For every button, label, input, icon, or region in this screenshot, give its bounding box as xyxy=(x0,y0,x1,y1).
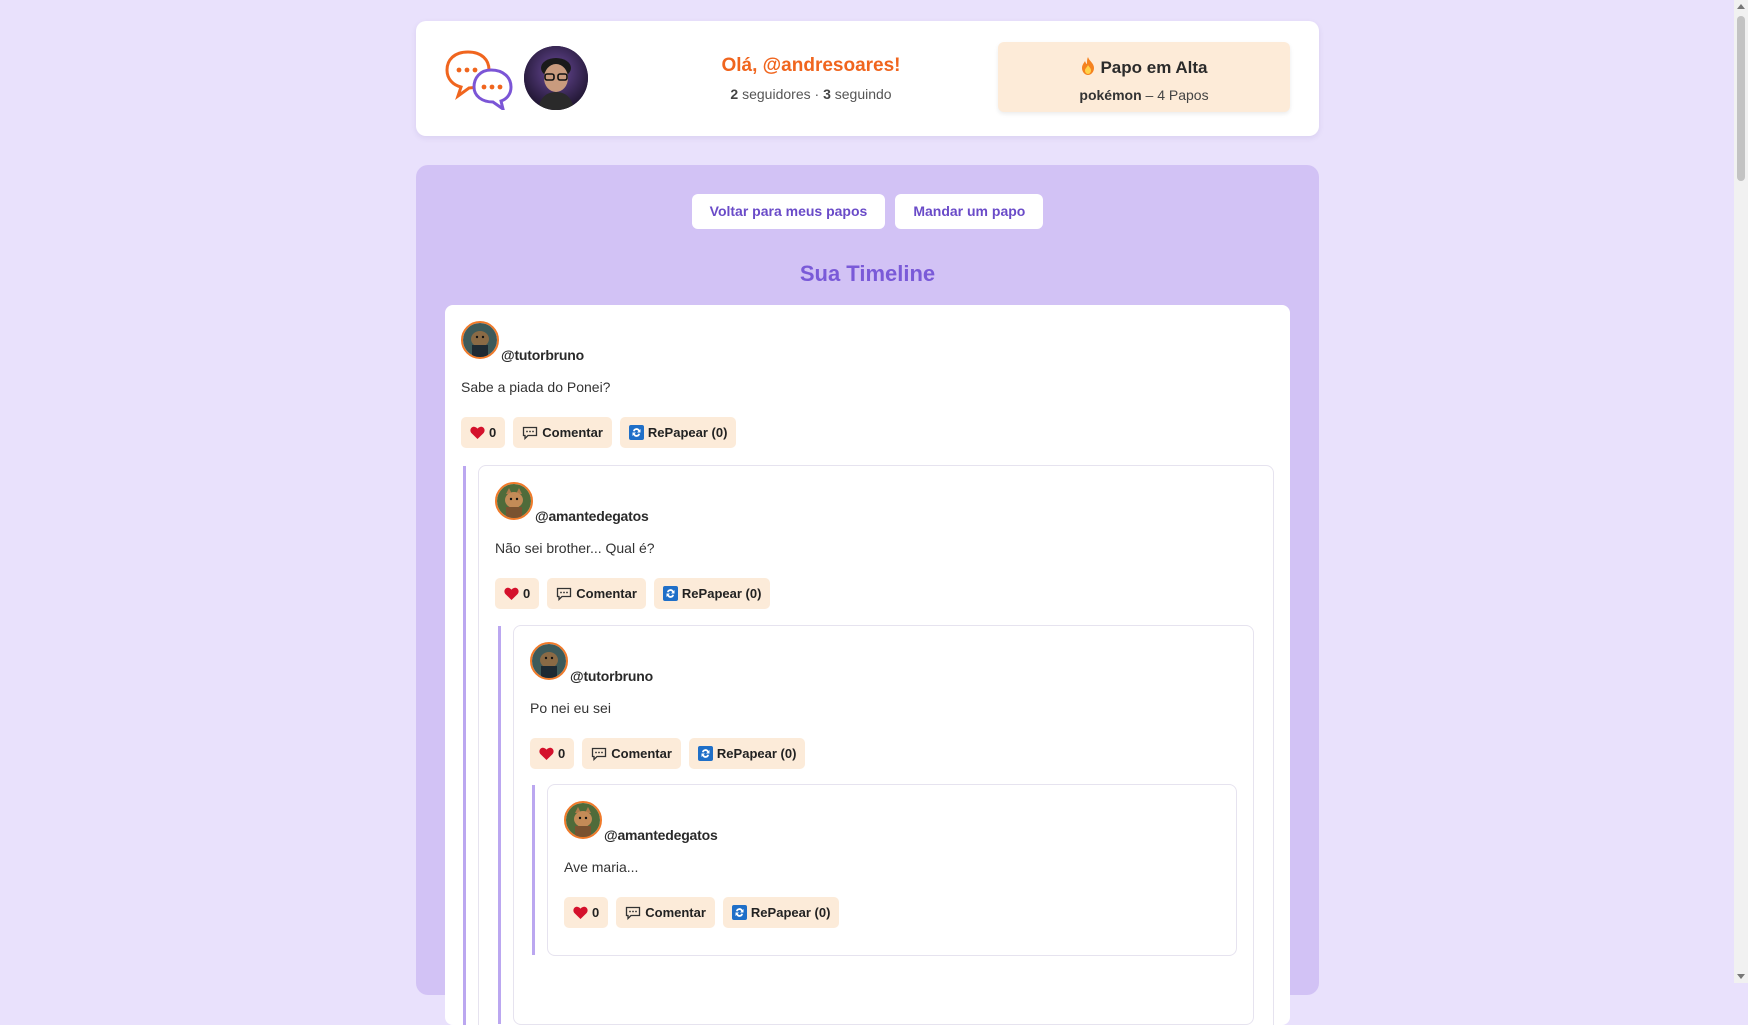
heart-icon xyxy=(573,906,588,919)
post-text: Ave maria... xyxy=(564,859,639,875)
comment-label: Comentar xyxy=(611,746,672,761)
comment-label: Comentar xyxy=(576,586,637,601)
repost-label: RePapear (0) xyxy=(716,746,797,761)
scroll-up-arrow-icon[interactable] xyxy=(1737,4,1745,9)
repost-button[interactable]: RePapear (0) xyxy=(619,417,737,448)
post-actions: 0 Comentar RePapear (0) xyxy=(495,578,778,609)
trending-title: Papo em Alta xyxy=(1100,58,1208,77)
comment-icon xyxy=(523,426,538,441)
reply-card: @amantedegatos Não sei brother... Qual é… xyxy=(463,465,1274,1025)
post-actions: 0 Comentar RePapear (0) xyxy=(461,417,744,448)
like-button[interactable]: 0 xyxy=(461,417,506,448)
reply-card: @amantedegatos Ave maria... 0 Comentar ReP… xyxy=(532,784,1237,956)
reply-card: @tutorbruno Po nei eu sei 0 Comentar RePap… xyxy=(498,625,1254,1025)
timeline-title: Sua Timeline xyxy=(799,261,936,286)
comment-button[interactable]: Comentar xyxy=(616,897,715,928)
comment-icon xyxy=(557,587,572,602)
nav-buttons: Voltar para meus papos Mandar um papo xyxy=(416,194,1319,229)
trending-box[interactable]: Papo em Alta pokémon – 4 Papos xyxy=(998,42,1290,112)
user-avatar[interactable] xyxy=(524,46,588,110)
comment-button[interactable]: Comentar xyxy=(547,578,646,609)
post-text: Po nei eu sei xyxy=(530,700,611,716)
heart-icon xyxy=(539,747,554,760)
repost-button[interactable]: RePapear (0) xyxy=(722,897,840,928)
comment-icon xyxy=(626,906,641,921)
trending-count: 4 Papos xyxy=(1157,87,1209,103)
repost-button[interactable]: RePapear (0) xyxy=(688,738,806,769)
repost-button[interactable]: RePapear (0) xyxy=(653,578,771,609)
fire-icon xyxy=(1080,56,1096,81)
stats-separator: · xyxy=(814,86,820,102)
greeting-text: Olá, @andresoares! xyxy=(721,55,901,76)
main-panel: Voltar para meus papos Mandar um papo Su… xyxy=(416,165,1319,1025)
repost-label: RePapear (0) xyxy=(647,425,728,440)
page-scrollbar[interactable] xyxy=(1734,0,1748,983)
repost-icon xyxy=(697,746,713,761)
avatar-capybara-icon[interactable] xyxy=(530,642,568,680)
trending-dash: – xyxy=(1145,87,1154,103)
scrollbar-thumb[interactable] xyxy=(1737,16,1745,181)
following-count: 3 xyxy=(823,86,831,102)
like-button[interactable]: 0 xyxy=(495,578,540,609)
like-count: 0 xyxy=(558,746,566,761)
like-count: 0 xyxy=(592,905,600,920)
heart-icon xyxy=(504,587,519,600)
post-text: Sabe a piada do Ponei? xyxy=(461,379,611,395)
avatar-cat-icon[interactable] xyxy=(564,801,602,839)
heart-icon xyxy=(470,426,485,439)
comment-icon xyxy=(592,747,607,762)
followers-label: seguidores xyxy=(742,86,811,102)
repost-icon xyxy=(731,905,747,920)
post-card: @tutorbruno Sabe a piada do Ponei? 0 Come… xyxy=(445,305,1290,1025)
repost-icon xyxy=(628,425,644,440)
like-button[interactable]: 0 xyxy=(530,738,575,769)
comment-button[interactable]: Comentar xyxy=(513,417,612,448)
avatar-capybara-icon[interactable] xyxy=(461,321,499,359)
trending-tag: pokémon xyxy=(1079,87,1142,103)
like-count: 0 xyxy=(489,425,497,440)
like-button[interactable]: 0 xyxy=(564,897,609,928)
repost-label: RePapear (0) xyxy=(750,905,831,920)
comment-button[interactable]: Comentar xyxy=(582,738,681,769)
following-label: seguindo xyxy=(834,86,892,102)
repost-icon xyxy=(662,586,678,601)
chat-bubbles-logo-icon[interactable] xyxy=(444,48,514,113)
like-count: 0 xyxy=(523,586,531,601)
scroll-down-arrow-icon[interactable] xyxy=(1737,974,1745,979)
post-username[interactable]: @tutorbruno xyxy=(501,347,584,363)
comment-label: Comentar xyxy=(542,425,603,440)
back-to-my-posts-button[interactable]: Voltar para meus papos xyxy=(691,194,886,229)
send-post-button[interactable]: Mandar um papo xyxy=(895,194,1044,229)
post-username[interactable]: @tutorbruno xyxy=(570,668,653,684)
repost-label: RePapear (0) xyxy=(681,586,762,601)
post-text: Não sei brother... Qual é? xyxy=(495,540,655,556)
follow-stats: 2 seguidores · 3 seguindo xyxy=(646,86,976,102)
post-actions: 0 Comentar RePapear (0) xyxy=(564,897,847,928)
comment-label: Comentar xyxy=(645,905,706,920)
post-username[interactable]: @amantedegatos xyxy=(535,508,649,524)
header-card: Olá, @andresoares! 2 seguidores · 3 segu… xyxy=(416,21,1319,136)
post-actions: 0 Comentar RePapear (0) xyxy=(530,738,813,769)
followers-count: 2 xyxy=(730,86,739,102)
timeline-card: @tutorbruno Sabe a piada do Ponei? 0 Come… xyxy=(445,305,1290,1025)
post-username[interactable]: @amantedegatos xyxy=(604,827,718,843)
avatar-cat-icon[interactable] xyxy=(495,482,533,520)
